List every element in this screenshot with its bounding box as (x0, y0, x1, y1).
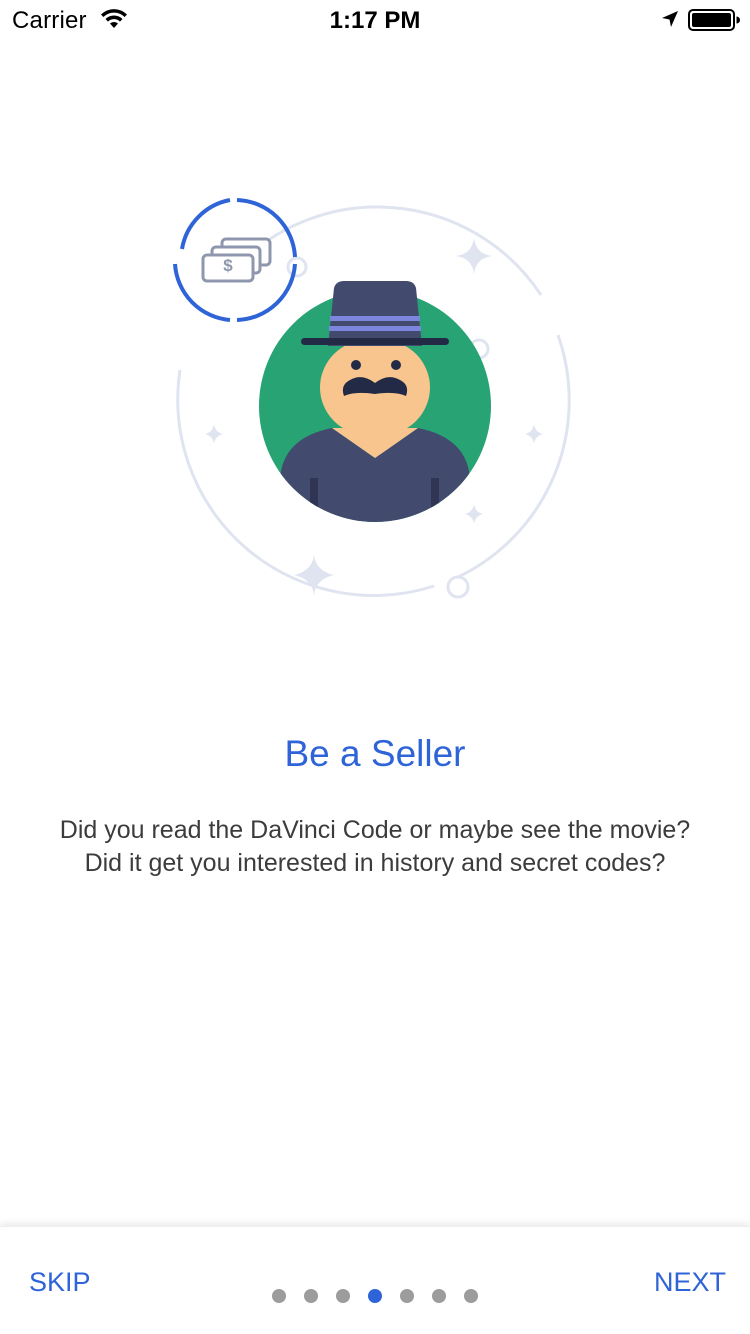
onboarding-title: Be a Seller (284, 733, 466, 774)
page-dot-4[interactable] (368, 1289, 382, 1303)
page-dot-3[interactable] (336, 1289, 350, 1303)
page-dot-7[interactable] (464, 1289, 478, 1303)
page-dot-2[interactable] (304, 1289, 318, 1303)
page-dot-1[interactable] (272, 1289, 286, 1303)
status-time: 1:17 PM (329, 7, 421, 34)
location-arrow-icon (662, 11, 678, 27)
battery-icon (688, 9, 740, 31)
money-symbol: $ (223, 256, 233, 275)
next-button[interactable]: NEXT (654, 1267, 726, 1298)
onboarding-description: Did you read the DaVinci Code or maybe s… (59, 816, 691, 877)
page-indicator (0, 1289, 750, 1305)
status-bar: Carrier 1:17 PM (0, 0, 750, 40)
page-dot-5[interactable] (400, 1289, 414, 1303)
money-bills-icon (201, 237, 272, 283)
onboarding-bottom-bar: SKIP NEXT (0, 1226, 750, 1334)
page-dot-6[interactable] (432, 1289, 446, 1303)
onboarding-screen: Carrier 1:17 PM $ Be a Seller Did you re… (0, 0, 750, 1334)
